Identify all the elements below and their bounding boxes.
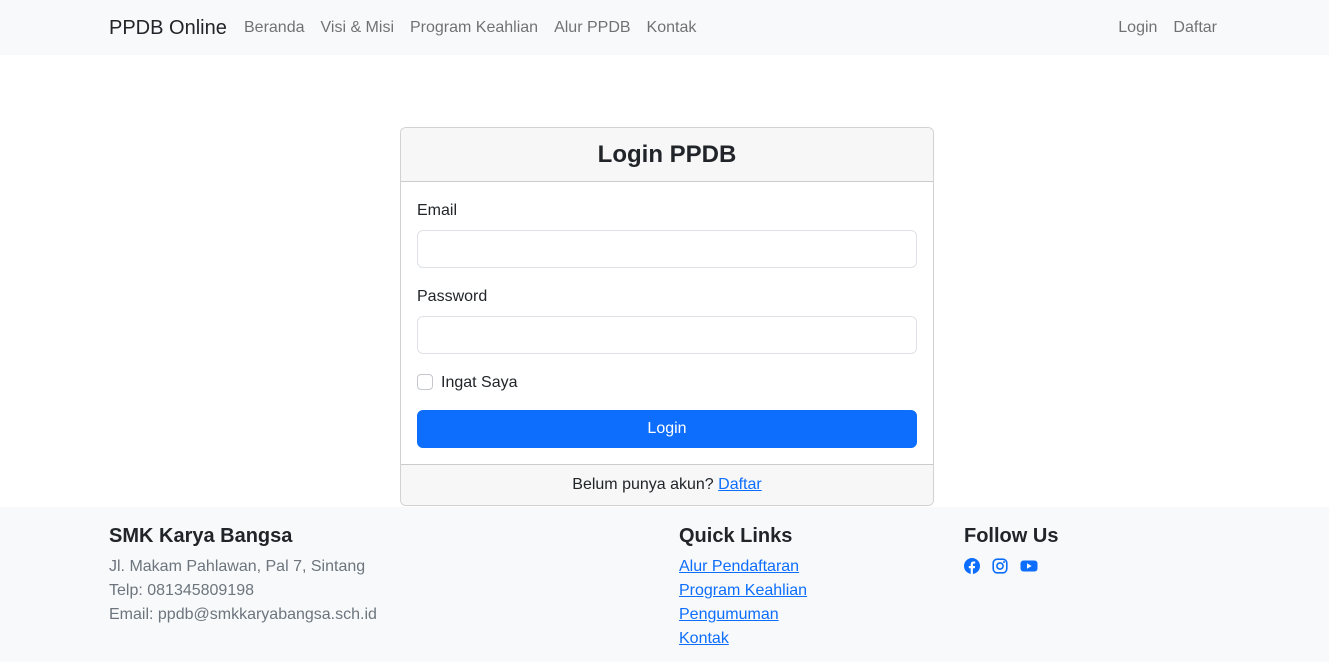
login-card-header: Login PPDB [401,128,933,182]
social-links [964,558,1038,574]
email-label: Email [417,202,458,219]
top-navbar: PPDB Online Beranda Visi & Misi Program … [0,0,1329,55]
login-title: Login PPDB [597,141,737,168]
quick-link-kontak[interactable]: Kontak [679,627,729,651]
instagram-icon[interactable] [992,558,1008,574]
remember-me-checkbox[interactable] [417,374,433,390]
password-label: Password [417,288,488,305]
password-field[interactable] [417,316,917,354]
no-account-text: Belum punya akun? [572,476,714,493]
quick-link-program-keahlian[interactable]: Program Keahlian [679,579,807,603]
facebook-icon[interactable] [964,558,980,574]
main-nav: Beranda Visi & Misi Program Keahlian Alu… [244,17,696,38]
youtube-icon[interactable] [1020,558,1038,574]
nav-link-alur-ppdb[interactable]: Alur PPDB [554,17,630,38]
remember-me-label[interactable]: Ingat Saya [441,373,518,393]
nav-link-kontak[interactable]: Kontak [647,17,697,38]
login-card-footer: Belum punya akun? Daftar [401,464,933,505]
nav-link-login[interactable]: Login [1118,17,1157,38]
quick-link-alur-pendaftaran[interactable]: Alur Pendaftaran [679,555,799,579]
school-phone: Telp: 081345809198 [109,582,255,599]
login-card: Login PPDB Email Password Ingat Saya Log… [400,127,934,506]
login-button[interactable]: Login [417,410,917,448]
quick-links-heading: Quick Links [679,525,793,547]
quick-link-pengumuman[interactable]: Pengumuman [679,603,779,627]
nav-link-program-keahlian[interactable]: Program Keahlian [410,17,538,38]
register-link[interactable]: Daftar [718,476,762,494]
school-address: Jl. Makam Pahlawan, Pal 7, Sintang [109,558,366,575]
brand-logo[interactable]: PPDB Online [109,15,227,41]
follow-us-heading: Follow Us [964,525,1059,547]
nav-link-visi-misi[interactable]: Visi & Misi [321,17,395,38]
school-email: Email: ppdb@smkkaryabangsa.sch.id [109,606,377,623]
nav-link-daftar[interactable]: Daftar [1173,17,1217,38]
page-footer: SMK Karya Bangsa Jl. Makam Pahlawan, Pal… [0,507,1329,662]
school-name-heading: SMK Karya Bangsa [109,525,293,547]
email-field[interactable] [417,230,917,268]
auth-nav: Login Daftar [1118,17,1217,38]
nav-link-beranda[interactable]: Beranda [244,17,305,38]
